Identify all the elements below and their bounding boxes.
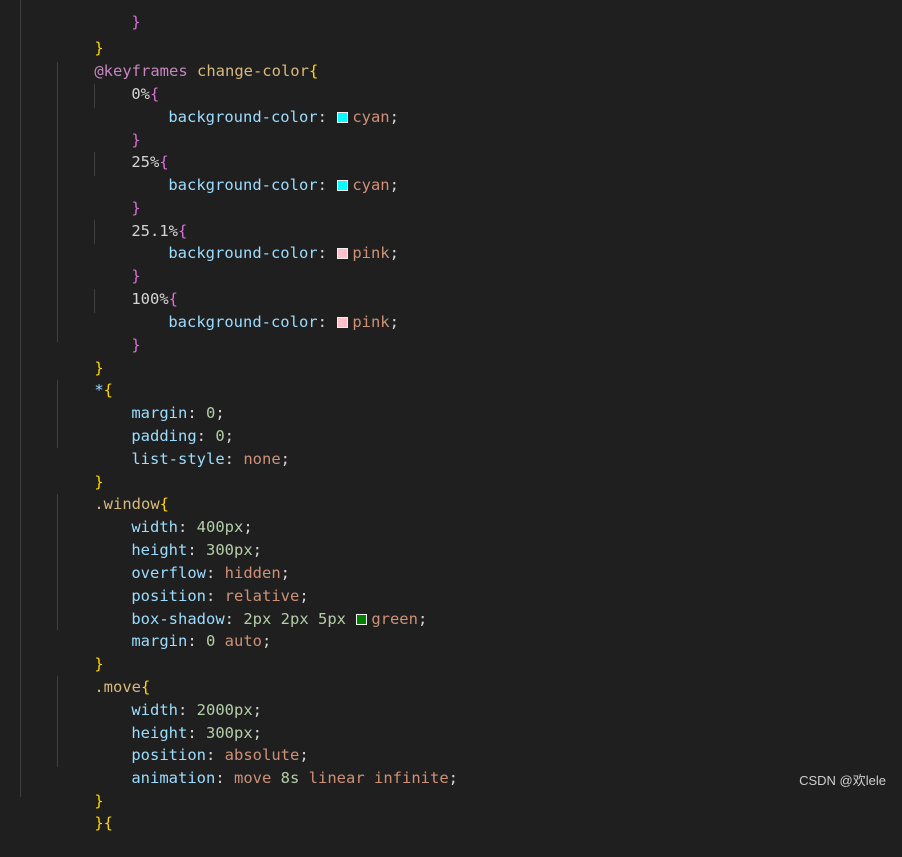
- punct: :: [317, 312, 337, 331]
- color-swatch-pink[interactable]: [337, 316, 349, 328]
- code-line: width: 400px;: [0, 493, 252, 536]
- code-line: 100%{: [0, 265, 178, 308]
- code-line: animation: move 8s linear infinite;: [0, 744, 458, 787]
- property: list-style: [131, 449, 225, 468]
- code-line: 25%{: [0, 128, 168, 171]
- value: none: [243, 449, 281, 468]
- punct: ;: [389, 243, 399, 262]
- brace: }{: [94, 813, 113, 832]
- code-line: .move{: [0, 653, 150, 696]
- code-line: 25.1%{: [0, 197, 187, 240]
- code-line: background-color: pink;: [0, 219, 399, 262]
- color-swatch-pink[interactable]: [337, 247, 349, 259]
- punct: :: [317, 243, 337, 262]
- code-line: 0%{: [0, 60, 159, 103]
- value: 8s: [280, 768, 300, 787]
- color-swatch-green[interactable]: [356, 613, 368, 625]
- code-line: }: [0, 106, 140, 149]
- code-line: }: [0, 448, 103, 491]
- code-line: background-color: cyan;: [0, 151, 399, 194]
- value: pink: [352, 243, 390, 262]
- code-line: .window{: [0, 470, 169, 513]
- code-line: }: [0, 14, 103, 57]
- property: background-color: [168, 312, 318, 331]
- code-line: @keyframes change-color{: [0, 37, 318, 80]
- punct: ;: [389, 312, 399, 331]
- code-line: }: [0, 334, 103, 377]
- code-line: height: 300px;: [0, 516, 262, 559]
- code-line: background-color: cyan;: [0, 83, 399, 126]
- code-line: }: [0, 174, 140, 217]
- code-line: overflow: hidden;: [0, 539, 290, 582]
- punct: ;: [389, 175, 399, 194]
- code-line: }: [0, 311, 140, 354]
- brace: }: [131, 335, 141, 354]
- punct: :: [317, 107, 337, 126]
- brace: {: [308, 61, 319, 80]
- watermark: CSDN @欢lele: [799, 773, 886, 788]
- property: background-color: [168, 175, 318, 194]
- punct: :: [215, 768, 234, 787]
- color-swatch-cyan[interactable]: [337, 179, 349, 191]
- code-line: list-style: none;: [0, 425, 290, 468]
- code-line: background-color: pink;: [0, 288, 399, 331]
- property: background-color: [168, 107, 318, 126]
- code-line: }: [0, 630, 103, 673]
- code-line: padding: 0;: [0, 402, 234, 445]
- code-line: position: absolute;: [0, 721, 308, 764]
- punct: :: [317, 175, 337, 194]
- property: background-color: [168, 243, 318, 262]
- code-line: height: 300px;: [0, 699, 262, 742]
- value: cyan: [352, 175, 390, 194]
- code-line: margin: 0;: [0, 379, 224, 422]
- value: move: [234, 768, 281, 787]
- punct: ;: [389, 107, 399, 126]
- value: green: [371, 609, 418, 628]
- code-line: *{: [0, 356, 113, 399]
- code-line: box-shadow: 2px 2px 5px green;: [0, 585, 427, 628]
- code-line: position: relative;: [0, 562, 308, 605]
- value: auto: [224, 631, 262, 650]
- keyframes-name: change-color: [187, 61, 309, 80]
- value: pink: [352, 312, 390, 331]
- property: margin: [131, 631, 188, 650]
- color-swatch-cyan[interactable]: [337, 111, 349, 123]
- code-editor[interactable]: } } @keyframes change-color{ 0%{ backgro…: [0, 0, 902, 832]
- code-line: }: [0, 0, 140, 31]
- code-line: width: 2000px;: [0, 676, 262, 719]
- value: linear infinite: [299, 768, 449, 787]
- punct: ;: [280, 449, 290, 468]
- value: cyan: [352, 107, 390, 126]
- code-line: }: [0, 767, 103, 810]
- property: animation: [131, 768, 216, 787]
- code-line: }: [0, 242, 140, 285]
- punct: ;: [417, 609, 428, 628]
- punct: ;: [262, 631, 272, 650]
- brace: }: [131, 12, 141, 31]
- punct: ;: [448, 768, 458, 787]
- code-line: margin: 0 auto;: [0, 607, 271, 650]
- value: 0: [206, 631, 225, 650]
- punct: :: [224, 449, 244, 468]
- punct: :: [187, 631, 206, 650]
- code-line: }{: [0, 789, 113, 832]
